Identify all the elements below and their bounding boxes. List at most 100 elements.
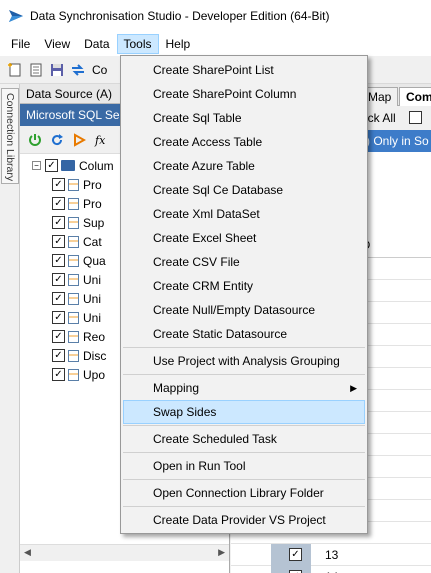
menu-view[interactable]: View xyxy=(37,34,77,54)
field-icon xyxy=(68,349,79,362)
filter-text: ) Only in So xyxy=(366,134,429,148)
field-label: Uni xyxy=(83,272,102,287)
menu-item-create-scheduled-task[interactable]: Create Scheduled Task xyxy=(121,427,367,451)
checkbox[interactable] xyxy=(409,111,422,124)
checkbox[interactable]: ✓ xyxy=(52,349,65,362)
menu-tools-label: Tools xyxy=(123,37,152,51)
row-number: 13 xyxy=(325,548,339,562)
tab-compare-label: Com xyxy=(406,90,431,104)
checkbox[interactable]: ✓ xyxy=(52,311,65,324)
tab-compare[interactable]: Com xyxy=(399,87,431,106)
field-label: Disc xyxy=(83,348,107,363)
checkbox[interactable]: ✓ xyxy=(52,292,65,305)
table-row[interactable]: ✓ 13 xyxy=(231,544,431,566)
menu-item-create-xml-dataset[interactable]: Create Xml DataSet xyxy=(121,202,367,226)
checkbox[interactable]: ✓ xyxy=(52,273,65,286)
refresh-icon[interactable] xyxy=(50,133,64,147)
connection-library-label: Connection Library xyxy=(4,93,16,182)
scroll-left-icon[interactable]: ◀ xyxy=(24,547,31,558)
menu-item-create-data-provider-vs-project[interactable]: Create Data Provider VS Project xyxy=(121,508,367,532)
scroll-right-icon[interactable]: ▶ xyxy=(218,547,225,558)
new-project-button[interactable] xyxy=(6,61,24,79)
menu-item-create-excel-sheet[interactable]: Create Excel Sheet xyxy=(121,226,367,250)
function-icon[interactable]: fx xyxy=(94,133,108,147)
menu-item-create-sql-table[interactable]: Create Sql Table xyxy=(121,106,367,130)
checkbox[interactable]: ✓ xyxy=(45,159,58,172)
document-list-icon xyxy=(30,63,42,76)
menu-item-use-project-with-analysis-grouping[interactable]: Use Project with Analysis Grouping xyxy=(121,349,367,373)
connect-button[interactable] xyxy=(69,61,87,79)
menu-separator xyxy=(123,479,365,480)
svg-text:fx: fx xyxy=(94,134,106,147)
menu-item-create-azure-table[interactable]: Create Azure Table xyxy=(121,154,367,178)
menu-item-create-sharepoint-list[interactable]: Create SharePoint List xyxy=(121,58,367,82)
connect-arrows-icon xyxy=(72,63,84,76)
tree-root-label: Colum xyxy=(79,158,114,173)
menu-help[interactable]: Help xyxy=(159,34,198,54)
tab-map-label: Map xyxy=(368,90,392,104)
menu-separator xyxy=(123,374,365,375)
field-label: Pro xyxy=(83,196,102,211)
menu-item-create-sql-ce-database[interactable]: Create Sql Ce Database xyxy=(121,178,367,202)
field-icon xyxy=(68,216,79,229)
field-icon xyxy=(68,368,79,381)
field-label: Cat xyxy=(83,234,102,249)
connection-library-tab[interactable]: Connection Library xyxy=(1,88,19,184)
field-label: Upo xyxy=(83,367,106,382)
checkbox[interactable]: ✓ xyxy=(52,178,65,191)
menu-help-label: Help xyxy=(165,37,191,51)
field-label: Uni xyxy=(83,291,102,306)
menu-file[interactable]: File xyxy=(4,34,37,54)
menu-item-open-connection-library-folder[interactable]: Open Connection Library Folder xyxy=(121,481,367,505)
menu-view-label: View xyxy=(44,37,71,51)
menu-item-create-static-datasource[interactable]: Create Static Datasource xyxy=(121,322,367,346)
window-title: Data Synchronisation Studio - Developer … xyxy=(30,9,330,23)
connect-label: Co xyxy=(92,62,108,77)
app-icon xyxy=(9,10,23,22)
horizontal-scrollbar[interactable]: ◀ ▶ xyxy=(20,544,229,561)
field-label: Sup xyxy=(83,215,105,230)
menu-item-swap-sides[interactable]: Swap Sides xyxy=(123,400,365,424)
menu-item-create-null-empty-datasource[interactable]: Create Null/Empty Datasource xyxy=(121,298,367,322)
checkbox[interactable]: ✓ xyxy=(52,254,65,267)
checkbox[interactable]: ✓ xyxy=(52,197,65,210)
open-project-button[interactable] xyxy=(27,61,45,79)
checkbox[interactable]: ✓ xyxy=(52,368,65,381)
menu-separator xyxy=(123,425,365,426)
menu-data[interactable]: Data xyxy=(77,34,116,54)
checkbox[interactable]: ✓ xyxy=(52,330,65,343)
field-icon xyxy=(68,330,79,343)
field-label: Reo xyxy=(83,329,106,344)
field-label: Qua xyxy=(83,253,106,268)
table-row[interactable]: ✓ 14 xyxy=(231,566,431,573)
save-disk-icon xyxy=(51,63,63,76)
power-icon[interactable] xyxy=(28,133,42,147)
menu-separator xyxy=(123,452,365,453)
menu-item-create-csv-file[interactable]: Create CSV File xyxy=(121,250,367,274)
menu-tools[interactable]: Tools xyxy=(116,34,159,54)
field-icon xyxy=(68,292,79,305)
field-icon xyxy=(68,235,79,248)
submenu-arrow-icon: ▶ xyxy=(350,383,357,393)
menu-item-mapping[interactable]: Mapping ▶ xyxy=(121,376,367,400)
field-label: Pro xyxy=(83,177,102,192)
menu-bar: File View Data Tools Help xyxy=(0,32,431,56)
menu-item-create-sharepoint-column[interactable]: Create SharePoint Column xyxy=(121,82,367,106)
checkbox[interactable]: ✓ xyxy=(52,216,65,229)
title-bar: Data Synchronisation Studio - Developer … xyxy=(0,0,431,32)
menu-item-open-in-run-tool[interactable]: Open in Run Tool xyxy=(121,454,367,478)
checkbox[interactable]: ✓ xyxy=(52,235,65,248)
menu-item-mapping-label: Mapping xyxy=(153,381,200,395)
collapse-icon[interactable]: − xyxy=(32,161,41,170)
field-icon xyxy=(68,178,79,191)
menu-item-create-crm-entity[interactable]: Create CRM Entity xyxy=(121,274,367,298)
field-label: Uni xyxy=(83,310,102,325)
new-document-icon xyxy=(8,62,21,76)
checkbox[interactable]: ✓ xyxy=(289,548,302,561)
folder-icon xyxy=(61,160,75,171)
save-button[interactable] xyxy=(48,61,66,79)
play-icon[interactable] xyxy=(72,132,86,147)
tools-menu-dropdown: Create SharePoint List Create SharePoint… xyxy=(120,55,368,534)
menu-item-create-access-table[interactable]: Create Access Table xyxy=(121,130,367,154)
side-strip: Connection Library xyxy=(0,84,20,573)
